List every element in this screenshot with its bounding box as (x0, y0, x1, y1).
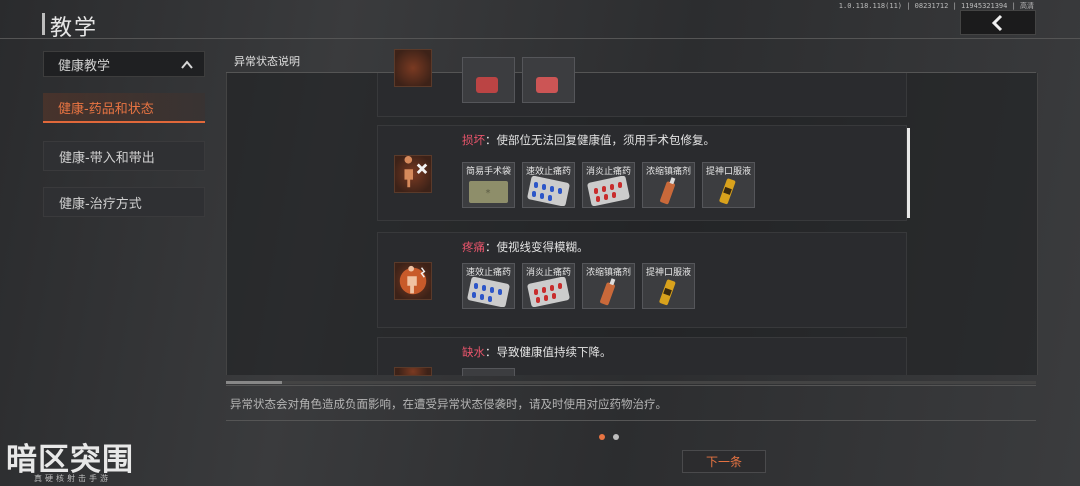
status-list-viewport[interactable] (226, 73, 1038, 375)
horizontal-scrollbar-thumb[interactable] (226, 381, 282, 384)
item-anti-inflammatory[interactable]: 消炎止痛药 (582, 162, 635, 208)
sidebar-item-label: 健康-药品和状态 (58, 101, 154, 117)
sidebar-item-label: 健康-带入和带出 (59, 150, 155, 166)
status-effect-text: ：使视线变得模糊。 (485, 240, 589, 254)
svg-text:*: * (486, 188, 491, 199)
status-card-pain: 疼痛：使视线变得模糊。 速效止痛药 消炎止痛药 浓缩镇痛剂 提神口服液 (377, 232, 907, 328)
note-divider-top (226, 385, 1036, 386)
item-slot[interactable] (522, 57, 575, 103)
status-description: 缺水：导致健康值持续下降。 (462, 344, 612, 360)
back-arrow-icon (991, 14, 1003, 31)
chevron-up-icon (181, 60, 193, 69)
item-slot[interactable] (462, 368, 515, 376)
page-dot[interactable] (613, 434, 619, 440)
game-logo: 暗区突围 真硬核射击手游 (0, 432, 175, 486)
sidebar-item-medicine-status[interactable]: 健康-药品和状态 (43, 93, 205, 123)
back-button[interactable] (960, 10, 1036, 35)
item-concentrated-analgesic[interactable]: 浓缩镇痛剂 (642, 162, 695, 208)
status-card-partial (377, 49, 907, 117)
status-name: 疼痛 (462, 240, 485, 254)
status-card-dehydration: 缺水：导致健康值持续下降。 (377, 337, 907, 376)
sidebar-section-header[interactable]: 健康教学 (43, 51, 205, 77)
blister-pack-blue-icon (527, 176, 570, 206)
dehydration-icon (394, 367, 432, 376)
blister-pack-blue-icon (467, 277, 510, 307)
header-divider (0, 38, 1080, 39)
item-slot[interactable] (462, 57, 515, 103)
status-name: 缺水 (462, 345, 485, 359)
sidebar-item-treatment[interactable]: 健康-治疗方式 (43, 187, 205, 217)
surgery-bag-icon: * (469, 181, 508, 203)
status-card-damage: 损坏：使部位无法回复健康值，须用手术包修复。 简易手术袋 * 速效止痛药 消炎止… (377, 125, 907, 221)
blister-pack-red-icon (527, 277, 570, 307)
item-quick-painkiller[interactable]: 速效止痛药 (462, 263, 515, 309)
next-button[interactable]: 下一条 (682, 450, 766, 473)
item-anti-inflammatory[interactable]: 消炎止痛药 (522, 263, 575, 309)
status-icon (394, 49, 432, 87)
blister-pack-red-icon (587, 176, 630, 206)
sidebar-section-label: 健康教学 (58, 58, 111, 74)
status-effect-text: ：导致健康值持续下降。 (485, 345, 612, 359)
page-dot-active[interactable] (599, 434, 605, 440)
item-energy-drink[interactable]: 提神口服液 (642, 263, 695, 309)
status-description: 疼痛：使视线变得模糊。 (462, 239, 589, 255)
info-note: 异常状态会对角色造成负面影响，在遭受异常状态侵袭时，请及时使用对应药物治疗。 (230, 397, 667, 411)
title-mark (42, 13, 45, 35)
panel-title: 异常状态说明 (234, 55, 300, 68)
vertical-scrollbar[interactable] (907, 128, 910, 218)
item-quick-painkiller[interactable]: 速效止痛药 (522, 162, 575, 208)
vial-icon (659, 279, 676, 306)
pain-body-icon (394, 262, 432, 300)
spray-bottle-icon (660, 177, 676, 205)
item-simple-surgery-bag[interactable]: 简易手术袋 * (462, 162, 515, 208)
item-energy-drink[interactable]: 提神口服液 (702, 162, 755, 208)
status-description: 损坏：使部位无法回复健康值，须用手术包修复。 (462, 132, 715, 148)
logo-subtitle: 真硬核射击手游 (34, 474, 111, 483)
item-concentrated-analgesic[interactable]: 浓缩镇痛剂 (582, 263, 635, 309)
medkit-icon (536, 77, 558, 93)
damaged-body-icon (394, 155, 432, 193)
status-effect-text: ：使部位无法回复健康值，须用手术包修复。 (485, 133, 715, 147)
note-divider-bottom (226, 420, 1036, 421)
spray-bottle-icon (600, 278, 616, 306)
sidebar-item-carry-in-out[interactable]: 健康-带入和带出 (43, 141, 205, 171)
medkit-icon (476, 77, 498, 93)
vial-icon (719, 178, 736, 205)
status-name: 损坏 (462, 133, 485, 147)
horizontal-scrollbar-track (226, 381, 1036, 384)
sidebar-item-label: 健康-治疗方式 (59, 196, 142, 212)
